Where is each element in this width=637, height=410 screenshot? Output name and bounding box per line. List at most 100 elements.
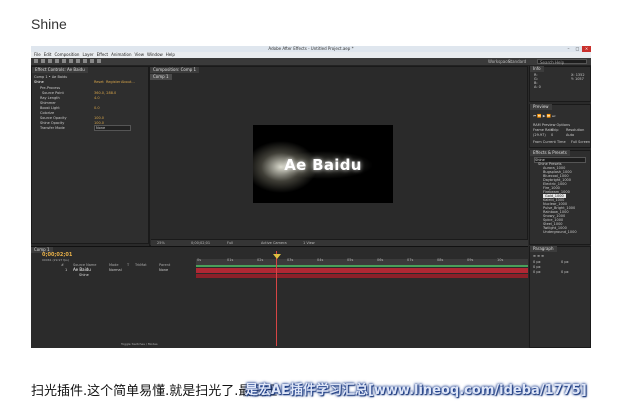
- fx-row-source-opacity: Source Opacity: [40, 116, 67, 120]
- fx-value-source-point[interactable]: 360.0, 288.0: [94, 91, 116, 95]
- layer-duration-bar[interactable]: [196, 268, 528, 273]
- zoom-tool-icon[interactable]: [48, 59, 52, 63]
- effect-controls-panel: Effect Controls: Ae Baidu Comp 1 • Ae Ba…: [31, 66, 149, 244]
- watermark-overlay: 是宏AE插件学习汇总[www.lineoq.com/ideba/1775]: [245, 379, 587, 398]
- layer-path: Comp 1 • Ae Baidu: [34, 75, 68, 79]
- resolution-select[interactable]: Full: [227, 241, 233, 245]
- layer-number: 1: [65, 268, 68, 272]
- transfer-mode-select[interactable]: None: [94, 125, 131, 131]
- preview-resolution-label: Resolution: [566, 128, 585, 132]
- space-before-value[interactable]: 0 px: [533, 270, 541, 274]
- fx-row-shimmer[interactable]: Shimmer: [40, 101, 56, 105]
- col-t: T: [127, 263, 130, 267]
- ruler-label: 06s: [377, 258, 384, 262]
- camera-select[interactable]: Active Camera: [261, 241, 287, 245]
- workspace-select[interactable]: Standard: [508, 59, 526, 64]
- fx-row-source-point: Source Point: [42, 91, 64, 95]
- comp-sub-tab[interactable]: Comp 1: [150, 74, 172, 80]
- next-frame-icon[interactable]: ⏩: [547, 114, 551, 118]
- ruler-label: 07s: [407, 258, 414, 262]
- from-current-time-checkbox[interactable]: From Current Time: [533, 140, 566, 144]
- col-trkmat: TrkMat: [135, 263, 147, 267]
- ruler-label: 01s: [227, 258, 234, 262]
- align-right-icon[interactable]: ≡: [541, 254, 544, 258]
- ruler-label: 03s: [287, 258, 294, 262]
- toggle-switches-modes[interactable]: Toggle Switches / Modes: [121, 341, 158, 347]
- indent-right-value[interactable]: 0 px: [561, 260, 569, 264]
- col-number: #: [61, 263, 64, 267]
- indent-first-value[interactable]: 0 px: [533, 265, 541, 269]
- ruler-label: 02s: [257, 258, 264, 262]
- preset-item[interactable]: Underground_1000: [543, 230, 577, 234]
- type-tool-icon[interactable]: [90, 59, 94, 63]
- layer-parent-select[interactable]: None: [159, 268, 168, 272]
- indent-left-value[interactable]: 0 px: [533, 260, 541, 264]
- viewer-controls: 25% 0;00;02;01 Full Active Camera 1 View: [151, 239, 528, 246]
- tab-info[interactable]: Info: [530, 66, 544, 72]
- align-center-icon[interactable]: ≡: [537, 254, 540, 258]
- brush-tool-icon[interactable]: [97, 59, 101, 63]
- space-after-value[interactable]: 0 px: [561, 270, 569, 274]
- ruler-label: 09s: [467, 258, 474, 262]
- ruler-label: 10s: [497, 258, 504, 262]
- last-frame-icon[interactable]: ⏭: [552, 114, 555, 118]
- fx-row-boost-light: Boost Light: [40, 106, 60, 110]
- info-a: A: 0: [534, 85, 541, 89]
- work-area-bar[interactable]: [196, 265, 528, 267]
- fx-row-transfer-mode: Transfer Mode: [40, 126, 65, 130]
- playhead-line[interactable]: [276, 251, 277, 346]
- fx-value-ray-length[interactable]: 4.0: [94, 96, 100, 100]
- effect-duration-bar[interactable]: [196, 274, 528, 278]
- ruler-label: 08s: [437, 258, 444, 262]
- window-title: Adobe After Effects - Untitled Project.a…: [268, 46, 354, 51]
- page-title: Shine: [31, 16, 67, 32]
- effect-register-link[interactable]: Register: [106, 80, 120, 84]
- pen-tool-icon[interactable]: [83, 59, 87, 63]
- layer-mode-select[interactable]: Normal: [109, 268, 122, 272]
- comp-text-layer: Ae Baidu: [284, 156, 362, 174]
- ruler-label: 0s: [197, 258, 202, 262]
- ruler-label: 05s: [347, 258, 354, 262]
- mask-tool-icon[interactable]: [76, 59, 80, 63]
- tab-preview[interactable]: Preview: [530, 104, 552, 110]
- effect-name[interactable]: Shine: [34, 80, 44, 84]
- rotate-tool-icon[interactable]: [55, 59, 59, 63]
- preview-resolution-value[interactable]: Auto: [566, 133, 574, 137]
- align-left-icon[interactable]: ≡: [533, 254, 536, 258]
- fx-value-source-opacity[interactable]: 100.0: [94, 116, 104, 120]
- viewer-timecode[interactable]: 0;00;02;01: [191, 241, 210, 245]
- effect-reset-link[interactable]: Reset: [94, 80, 104, 84]
- fx-value-boost-light[interactable]: 0.0: [94, 106, 100, 110]
- effect-about-link[interactable]: About...: [121, 80, 135, 84]
- tab-paragraph[interactable]: Paragraph: [530, 246, 557, 252]
- zoom-select[interactable]: 25%: [157, 241, 165, 245]
- full-screen-checkbox[interactable]: Full Screen: [571, 140, 590, 144]
- effect-sub-row[interactable]: Shine: [79, 272, 89, 278]
- camera-tool-icon[interactable]: [62, 59, 66, 63]
- prev-frame-icon[interactable]: ⏪: [537, 114, 541, 118]
- play-icon[interactable]: ▶: [543, 114, 546, 118]
- caption-start: 扫光插件.这个简单易懂.就是扫光了.最后压: [31, 384, 278, 399]
- tab-composition[interactable]: Composition: Comp 1: [150, 67, 200, 73]
- ruler-label: 04s: [317, 258, 324, 262]
- caption-text: 扫光插件.这个简单易懂.就是扫光了.最后压: [31, 380, 277, 399]
- pan-behind-tool-icon[interactable]: [69, 59, 73, 63]
- composition-canvas[interactable]: Ae Baidu: [253, 125, 393, 203]
- search-help-input[interactable]: Search Help: [537, 59, 587, 65]
- fx-row-shine-opacity: Shine Opacity: [40, 121, 65, 125]
- tab-effects-presets[interactable]: Effects & Presets: [530, 150, 570, 156]
- after-effects-screenshot: Adobe After Effects - Untitled Project.a…: [31, 46, 591, 348]
- paragraph-align-icons: ≡ ≡ ≡: [533, 254, 544, 258]
- first-frame-icon[interactable]: ⏮: [533, 114, 536, 118]
- ram-preview-options[interactable]: RAM Preview Options: [533, 123, 570, 127]
- playhead-handle-icon[interactable]: [273, 254, 281, 259]
- view-layout-select[interactable]: 1 View: [303, 241, 315, 245]
- preview-frame-rate-value[interactable]: (29.97): [533, 133, 546, 137]
- selection-tool-icon[interactable]: [34, 59, 38, 63]
- watermark-text: 是宏AE插件学习汇总[www.lineoq.com/ideba/1775]: [245, 383, 587, 398]
- fx-row-colorize[interactable]: Colorize: [40, 111, 54, 115]
- preview-skip-value[interactable]: 0: [551, 133, 553, 137]
- hand-tool-icon[interactable]: [41, 59, 45, 63]
- fx-row-pre-process[interactable]: Pre-Process: [40, 86, 60, 90]
- tab-effect-controls[interactable]: Effect Controls: Ae Baidu: [32, 67, 88, 73]
